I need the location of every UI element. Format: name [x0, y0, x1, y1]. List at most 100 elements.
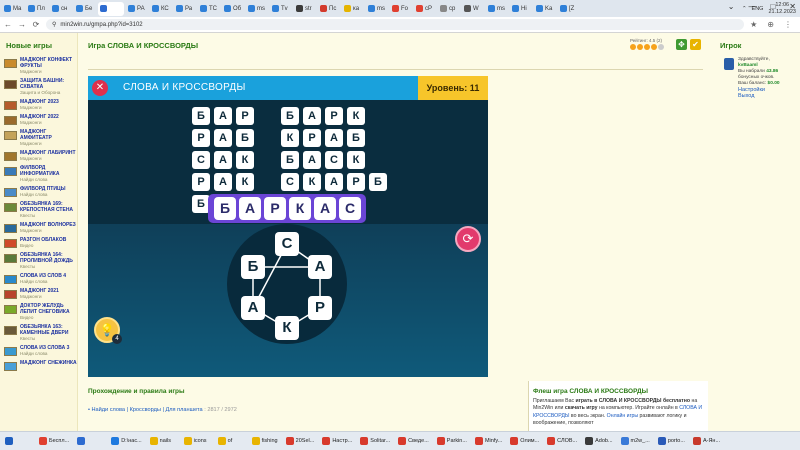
- taskbar-item[interactable]: Олим...: [507, 434, 542, 449]
- taskbar-item[interactable]: СЛОВ...: [544, 434, 580, 449]
- list-item[interactable]: Слова из слова 3 Найди слова: [0, 344, 77, 359]
- game-thumbnail-icon[interactable]: [4, 59, 17, 68]
- url-field[interactable]: ⚲ min2win.ru/gmpa.php?id=3102: [46, 19, 745, 30]
- browser-tab[interactable]: [Z: [558, 2, 580, 16]
- taskbar-item[interactable]: Adob...: [582, 434, 615, 449]
- game-thumbnail-icon[interactable]: [4, 80, 17, 89]
- taskbar-item[interactable]: of: [215, 434, 247, 449]
- game-thumbnail-icon[interactable]: [4, 275, 17, 284]
- list-item[interactable]: Маджонг волнорез Маджонги: [0, 221, 77, 236]
- browser-tab[interactable]: Ma: [2, 2, 24, 16]
- browser-tab[interactable]: ms: [366, 2, 388, 16]
- browser-tab[interactable]: str: [294, 2, 316, 16]
- list-item[interactable]: Маджонг Конфект фрукты Маджонги: [0, 56, 77, 77]
- browser-tab[interactable]: W: [462, 2, 484, 16]
- taskbar-item[interactable]: [74, 434, 106, 449]
- rating-stars[interactable]: [630, 44, 664, 50]
- browser-tab[interactable]: сн: [50, 2, 72, 16]
- game-thumbnail-icon[interactable]: [4, 203, 17, 212]
- taskbar-item[interactable]: Solitar...: [357, 434, 393, 449]
- game-name-link[interactable]: Обезьянка 164: проливной дождь: [20, 252, 77, 264]
- list-item[interactable]: Доктор желудь лепит снеговика Видео: [0, 302, 77, 323]
- game-thumbnail-icon[interactable]: [4, 188, 17, 197]
- star-icon[interactable]: [630, 44, 636, 50]
- game-thumbnail-icon[interactable]: [4, 167, 17, 176]
- wheel-letter-button[interactable]: А: [241, 296, 265, 320]
- list-item[interactable]: Маджонг 2023 Маджонги: [0, 98, 77, 113]
- taskbar-item[interactable]: icons: [181, 434, 213, 449]
- site-info-icon[interactable]: ⚲: [52, 21, 56, 28]
- list-item[interactable]: Маджонг Амфитеатр Маджонги: [0, 128, 77, 149]
- taskbar-item[interactable]: D:\нас...: [108, 434, 144, 449]
- reload-icon[interactable]: ⟳: [32, 20, 40, 29]
- browser-tab[interactable]: Пл: [26, 2, 48, 16]
- game-name-link[interactable]: Защита башни: схватка: [20, 78, 77, 90]
- star-icon[interactable]: [637, 44, 643, 50]
- language-indicator[interactable]: ENG: [752, 6, 764, 12]
- game-name-link[interactable]: Маджонг снежинка: [20, 360, 77, 366]
- list-item[interactable]: Маджонг снежинка: [0, 359, 77, 373]
- taskbar-item[interactable]: Minfy...: [472, 434, 505, 449]
- browser-tab[interactable]: ms: [246, 2, 268, 16]
- wheel-letter-button[interactable]: Б: [241, 255, 265, 279]
- game-thumbnail-icon[interactable]: [4, 326, 17, 335]
- tray-chevron-icon[interactable]: ⌃: [742, 6, 747, 12]
- category-link-find-words[interactable]: Найди слова: [92, 407, 125, 413]
- browser-tab[interactable]: РА: [126, 2, 148, 16]
- list-item[interactable]: Слова из слов 4 Найди слова: [0, 272, 77, 287]
- browser-tab[interactable]: Ра: [174, 2, 196, 16]
- game-thumbnail-icon[interactable]: [4, 101, 17, 110]
- list-item[interactable]: Разгон облаков Видео: [0, 236, 77, 251]
- list-item[interactable]: Маджонг Лабиринт Маджонги: [0, 149, 77, 164]
- browser-tab[interactable]: ТС: [198, 2, 220, 16]
- user-avatar[interactable]: [724, 58, 734, 70]
- list-item[interactable]: Обезьянка 169: крепостная стена Квесты: [0, 200, 77, 221]
- game-name-link[interactable]: Доктор желудь лепит снеговика: [20, 303, 77, 315]
- browser-tab[interactable]: сР: [414, 2, 436, 16]
- list-item[interactable]: Защита башни: схватка Защита и Оборона: [0, 77, 77, 98]
- tab-search-icon[interactable]: ⌄: [728, 2, 735, 11]
- browser-tab[interactable]: ка: [342, 2, 364, 16]
- browser-tab[interactable]: Tv: [270, 2, 292, 16]
- category-link-tablet[interactable]: Для планшета: [166, 407, 203, 413]
- logout-link[interactable]: Выход: [738, 93, 798, 99]
- taskbar-item[interactable]: porto...: [655, 434, 688, 449]
- game-canvas[interactable]: ✕ СЛОВА И КРОССВОРДЫ Уровень: 11 БАРРАБС…: [88, 76, 488, 377]
- wheel-letter-button[interactable]: А: [308, 255, 332, 279]
- list-item[interactable]: Маджонг 2022 Маджонги: [0, 113, 77, 128]
- game-thumbnail-icon[interactable]: [4, 224, 17, 233]
- wheel-letter-button[interactable]: С: [275, 232, 299, 256]
- clock[interactable]: 12:06 21.12.2023: [768, 2, 796, 16]
- game-name-link[interactable]: Маджонг Конфект фрукты: [20, 57, 77, 69]
- game-thumbnail-icon[interactable]: [4, 362, 17, 371]
- game-name-link[interactable]: Обезьянка 163: каменные двери: [20, 324, 77, 336]
- game-thumbnail-icon[interactable]: [4, 347, 17, 356]
- fullscreen-button[interactable]: ✥: [676, 39, 687, 50]
- forward-icon[interactable]: →: [18, 20, 26, 29]
- taskbar-item[interactable]: Настр...: [319, 434, 355, 449]
- taskbar-item[interactable]: Беспл...: [36, 434, 72, 449]
- taskbar-item[interactable]: Parkin...: [434, 434, 470, 449]
- close-game-button[interactable]: ✕: [92, 80, 108, 96]
- wheel-letter-button[interactable]: К: [275, 316, 299, 340]
- letter-wheel[interactable]: САРКАБ: [227, 224, 347, 344]
- bookmark-star-icon[interactable]: ★: [750, 20, 757, 29]
- back-icon[interactable]: ←: [4, 20, 12, 29]
- browser-tab[interactable]: КС: [150, 2, 172, 16]
- game-thumbnail-icon[interactable]: [4, 152, 17, 161]
- game-thumbnail-icon[interactable]: [4, 116, 17, 125]
- browser-tab[interactable]: Об: [222, 2, 244, 16]
- category-link-crosswords[interactable]: Кроссворды: [130, 407, 161, 413]
- browser-tab[interactable]: [98, 1, 124, 16]
- list-item[interactable]: Обезьянка 163: каменные двери Квесты: [0, 323, 77, 344]
- browser-tab[interactable]: Ka: [534, 2, 556, 16]
- star-icon[interactable]: [644, 44, 650, 50]
- wheel-letter-button[interactable]: Р: [308, 296, 332, 320]
- game-thumbnail-icon[interactable]: [4, 131, 17, 140]
- taskbar-item[interactable]: А-Ян...: [690, 434, 723, 449]
- game-name-link[interactable]: Филворд информатика: [20, 165, 77, 177]
- browser-tab[interactable]: Пс: [318, 2, 340, 16]
- browser-tab[interactable]: Hi: [510, 2, 532, 16]
- list-item[interactable]: Филворд птицы Найди слова: [0, 185, 77, 200]
- browser-tab[interactable]: Бе: [74, 2, 96, 16]
